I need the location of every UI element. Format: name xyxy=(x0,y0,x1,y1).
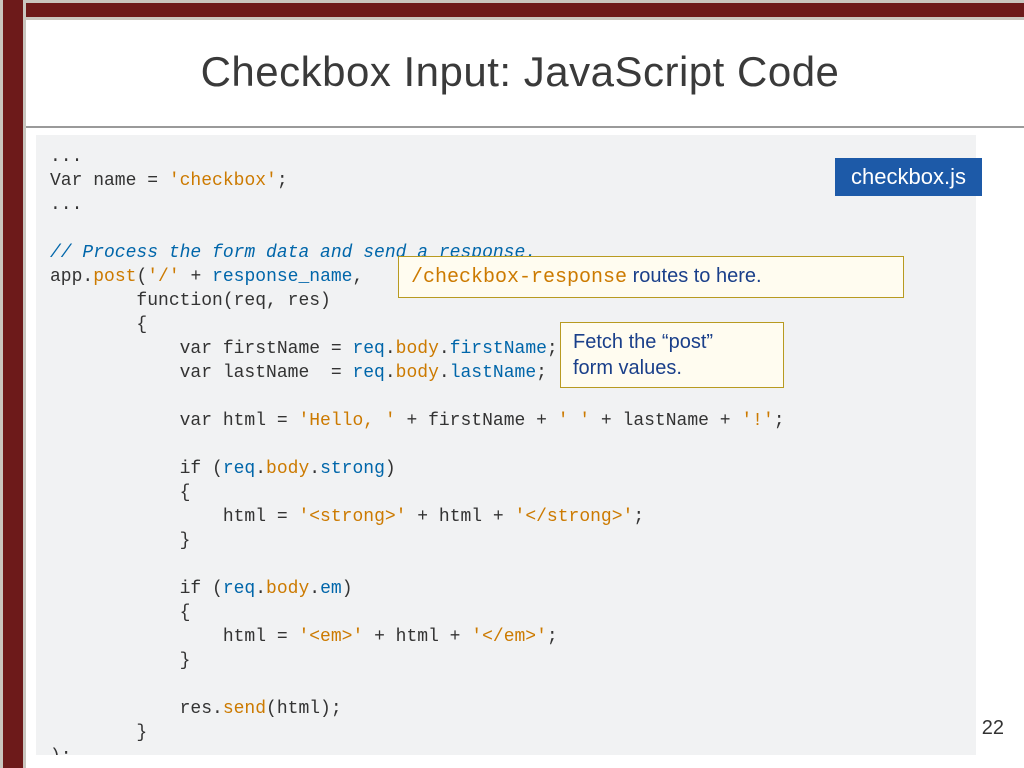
filename-badge: checkbox.js xyxy=(835,158,982,196)
code-line: { xyxy=(50,315,147,335)
code-line: } xyxy=(50,531,190,551)
page-number: 22 xyxy=(982,717,1004,740)
code-line: { xyxy=(50,603,190,623)
code-line: if (req.body.strong) xyxy=(50,459,396,479)
title-underline xyxy=(26,126,1024,128)
code-line: Var name = 'checkbox'; xyxy=(50,171,288,191)
callout-text: form values. xyxy=(573,357,682,379)
callout-fetch: Fetch the “post” form values. xyxy=(560,322,784,388)
left-accent-bar xyxy=(0,0,26,768)
code-block: ... Var name = 'checkbox'; ... // Proces… xyxy=(36,135,976,755)
code-line: ... xyxy=(50,147,82,167)
code-line: app.post('/' + response_name, xyxy=(50,267,363,287)
callout-code: /checkbox-response xyxy=(411,266,627,289)
code-line: var html = 'Hello, ' + firstName + ' ' +… xyxy=(50,411,785,431)
code-line: html = '<strong>' + html + '</strong>'; xyxy=(50,507,644,527)
code-line: var firstName = req.body.firstName; xyxy=(50,339,558,359)
top-accent-bar xyxy=(0,0,1024,20)
callout-routes: /checkbox-response routes to here. xyxy=(398,256,904,298)
code-line: } xyxy=(50,723,147,743)
code-line: var lastName = req.body.lastName; xyxy=(50,363,547,383)
slide: Checkbox Input: JavaScript Code ... Var … xyxy=(0,0,1024,768)
slide-title: Checkbox Input: JavaScript Code xyxy=(26,48,1014,96)
code-line: html = '<em>' + html + '</em>'; xyxy=(50,627,558,647)
code-line: ... xyxy=(50,195,82,215)
code-line: ); xyxy=(50,747,72,755)
code-line: res.send(html); xyxy=(50,699,342,719)
code-line: { xyxy=(50,483,190,503)
callout-text: routes to here. xyxy=(627,265,762,287)
callout-text: Fetch the “post” xyxy=(573,331,713,353)
code-line: if (req.body.em) xyxy=(50,579,353,599)
code-line: } xyxy=(50,651,190,671)
code-line: function(req, res) xyxy=(50,291,331,311)
